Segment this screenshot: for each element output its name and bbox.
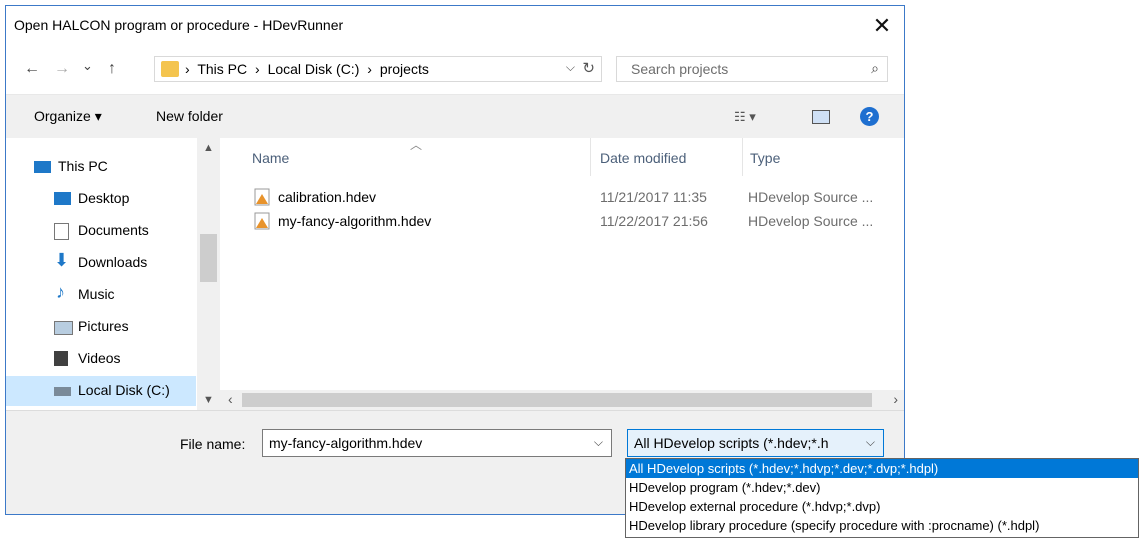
videos-icon — [54, 351, 68, 366]
column-header-name[interactable]: Name — [252, 150, 289, 166]
sidebar-item-label: Pictures — [78, 318, 129, 334]
table-row[interactable]: calibration.hdev 11/21/2017 11:35 HDevel… — [220, 186, 904, 210]
column-divider[interactable] — [590, 138, 591, 176]
sidebar-item-label: Documents — [78, 222, 149, 238]
horizontal-scrollbar[interactable]: ‹ › — [220, 390, 904, 410]
sidebar-item-music[interactable]: ♪ Music — [6, 280, 196, 310]
pictures-icon — [54, 321, 73, 335]
up-button[interactable]: ↑ — [108, 60, 116, 78]
breadcrumb-this-pc[interactable]: This PC — [197, 61, 247, 77]
recent-locations-button[interactable]: ⌄ — [82, 58, 93, 74]
open-file-dialog: Open HALCON program or procedure - HDevR… — [5, 5, 905, 515]
breadcrumb-local-disk[interactable]: Local Disk (C:) — [268, 61, 360, 77]
breadcrumb-separator: › — [255, 61, 260, 77]
sidebar-item-label: Music — [78, 286, 115, 302]
file-type: HDevelop Source ... — [748, 213, 874, 229]
scroll-down-icon[interactable]: ▼ — [203, 394, 214, 406]
sidebar-item-pictures[interactable]: Pictures — [6, 312, 196, 342]
address-bar[interactable]: › This PC › Local Disk (C:) › projects ⌵… — [154, 56, 602, 82]
chevron-down-icon[interactable]: ⌵ — [566, 60, 575, 75]
search-input[interactable]: Search projects ⌕ — [616, 56, 888, 82]
file-date: 11/22/2017 21:56 — [600, 213, 708, 229]
file-type-option[interactable]: HDevelop library procedure (specify proc… — [626, 516, 1138, 535]
sidebar-item-label: Local Disk (C:) — [78, 382, 170, 398]
organize-button[interactable]: Organize ▾ — [34, 108, 102, 125]
sidebar-item-local-disk[interactable]: Local Disk (C:) — [6, 376, 196, 406]
chevron-down-icon[interactable]: ⌵ — [866, 435, 875, 450]
sidebar-item-this-pc[interactable]: This PC — [6, 152, 196, 182]
column-header-date[interactable]: Date modified — [600, 150, 686, 166]
documents-icon — [54, 223, 69, 240]
breadcrumb: › This PC › Local Disk (C:) › projects — [185, 61, 433, 77]
sort-ascending-icon: ︿ — [410, 138, 423, 152]
hdev-file-icon — [254, 212, 270, 230]
sidebar-item-videos[interactable]: Videos — [6, 344, 196, 374]
help-icon[interactable]: ? — [860, 107, 879, 126]
column-divider[interactable] — [742, 138, 743, 176]
folder-icon — [161, 61, 179, 77]
back-button[interactable]: ← — [24, 60, 40, 78]
search-icon: ⌕ — [871, 60, 879, 76]
new-folder-button[interactable]: New folder — [156, 108, 223, 124]
music-icon: ♪ — [56, 282, 65, 302]
breadcrumb-projects[interactable]: projects — [380, 61, 429, 77]
desktop-icon — [54, 192, 71, 205]
search-placeholder: Search projects — [631, 61, 729, 77]
scrollbar-thumb[interactable] — [242, 393, 872, 407]
scroll-left-icon[interactable]: ‹ — [228, 391, 233, 407]
file-name-input[interactable]: my-fancy-algorithm.hdev ⌵ — [262, 429, 612, 457]
sidebar-item-label: This PC — [58, 158, 108, 174]
chevron-down-icon[interactable]: ⌵ — [594, 435, 603, 450]
file-name-label: File name: — [180, 436, 246, 452]
view-options-icon[interactable]: ☷ ▾ — [734, 109, 756, 125]
navigation-bar: ← → ⌄ ↑ › This PC › Local Disk (C:) › pr… — [6, 46, 904, 94]
computer-icon — [34, 161, 51, 173]
drive-icon — [54, 387, 71, 396]
breadcrumb-separator: › — [367, 61, 372, 77]
file-type-option[interactable]: HDevelop external procedure (*.hdvp;*.dv… — [626, 497, 1138, 516]
scroll-up-icon[interactable]: ▲ — [203, 142, 214, 154]
sidebar-item-desktop[interactable]: Desktop — [6, 184, 196, 214]
hdev-file-icon — [254, 188, 270, 206]
file-type-select[interactable]: All HDevelop scripts (*.hdev;*.h ⌵ — [627, 429, 884, 457]
file-name-value: my-fancy-algorithm.hdev — [269, 435, 423, 451]
close-button[interactable]: ✕ — [860, 6, 904, 46]
file-type-option[interactable]: HDevelop program (*.hdev;*.dev) — [626, 478, 1138, 497]
table-row[interactable]: my-fancy-algorithm.hdev 11/22/2017 21:56… — [220, 210, 904, 234]
sidebar-item-downloads[interactable]: ⬇ Downloads — [6, 248, 196, 278]
file-type-value: All HDevelop scripts (*.hdev;*.h — [634, 435, 829, 451]
file-type-option[interactable]: All HDevelop scripts (*.hdev;*.hdvp;*.de… — [626, 459, 1138, 478]
sidebar-item-documents[interactable]: Documents — [6, 216, 196, 246]
file-list: ︿ Name Date modified Type calibration.hd… — [220, 138, 904, 410]
refresh-icon[interactable]: ↻ — [582, 59, 595, 77]
sidebar-item-label: Downloads — [78, 254, 148, 270]
column-header-type[interactable]: Type — [750, 150, 780, 166]
file-type: HDevelop Source ... — [748, 189, 874, 205]
breadcrumb-separator: › — [185, 61, 190, 77]
sidebar-item-label: Desktop — [78, 190, 130, 206]
sidebar-item-label: Videos — [78, 350, 121, 366]
sidebar-scrollbar[interactable]: ▲ ▼ — [197, 138, 220, 410]
file-type-dropdown-list: All HDevelop scripts (*.hdev;*.hdvp;*.de… — [625, 458, 1139, 538]
file-name: my-fancy-algorithm.hdev — [278, 213, 432, 229]
downloads-icon: ⬇ — [54, 250, 70, 270]
file-name: calibration.hdev — [278, 189, 377, 205]
navigation-pane: This PC Desktop Documents ⬇ Downloads ♪ … — [6, 138, 220, 410]
file-date: 11/21/2017 11:35 — [600, 189, 707, 205]
preview-pane-icon[interactable] — [812, 110, 830, 124]
title-bar: Open HALCON program or procedure - HDevR… — [6, 6, 904, 46]
forward-button[interactable]: → — [54, 60, 70, 78]
window-title: Open HALCON program or procedure - HDevR… — [14, 17, 344, 33]
scrollbar-thumb[interactable] — [200, 234, 217, 282]
command-bar: Organize ▾ New folder ☷ ▾ ? — [6, 94, 904, 139]
scroll-right-icon[interactable]: › — [893, 391, 898, 407]
